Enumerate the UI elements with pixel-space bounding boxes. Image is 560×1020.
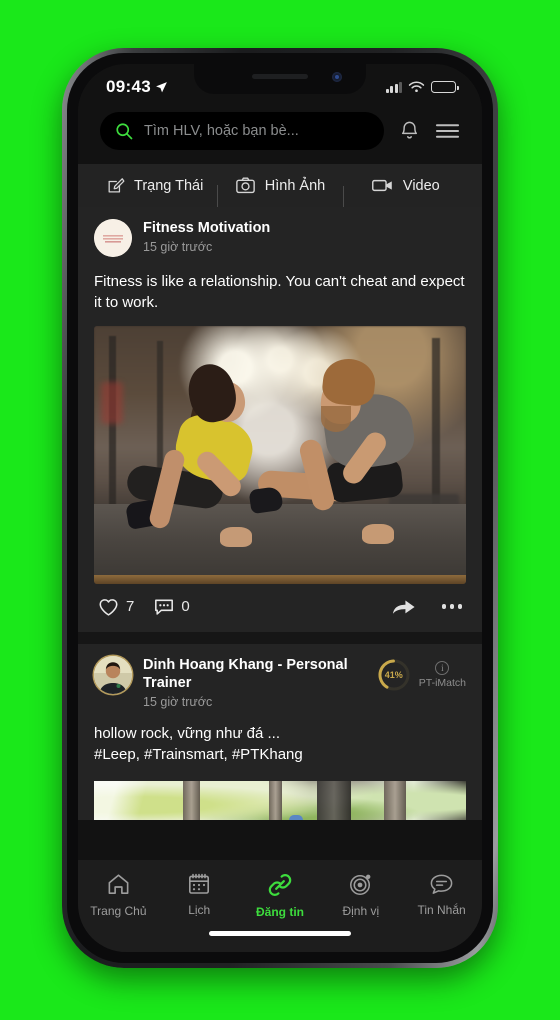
- phone-device-frame: 09:43 Tìm HLV, hoặc bạn bè... Trạng Thái…: [62, 48, 498, 968]
- hamburger-menu-icon: [435, 124, 460, 138]
- camera-icon: [235, 177, 255, 194]
- earpiece-speaker: [252, 74, 308, 79]
- info-icon[interactable]: i: [435, 660, 450, 675]
- pt-imatch-badge[interactable]: 41% i PT-iMatch: [377, 656, 466, 692]
- post-actions: 7 0: [78, 584, 482, 632]
- app-header: Tìm HLV, hoặc bạn bè...: [78, 104, 482, 164]
- post-card: Fitness Motivation 15 giờ trước Fitness …: [78, 207, 482, 632]
- notch: [194, 64, 366, 94]
- search-placeholder: Tìm HLV, hoặc bạn bè...: [144, 123, 299, 139]
- battery-icon: [431, 81, 459, 93]
- heart-icon: [99, 598, 118, 616]
- post-image[interactable]: [94, 781, 466, 820]
- more-options-button[interactable]: [441, 604, 462, 609]
- tab-hinh-anh[interactable]: Hình Ảnh: [217, 176, 342, 207]
- fitness-motivation-avatar: [94, 219, 132, 257]
- match-percent-value: 41%: [384, 669, 403, 680]
- avatar[interactable]: [94, 219, 132, 257]
- link-chain-icon: [268, 874, 292, 896]
- tab-trang-thai[interactable]: Trạng Thái: [92, 176, 217, 195]
- nav-item-dinh-vi[interactable]: Định vị: [320, 872, 401, 918]
- nav-item-trang-chu[interactable]: Trang Chủ: [78, 872, 159, 918]
- home-indicator[interactable]: [209, 931, 351, 936]
- post-image[interactable]: [94, 325, 466, 584]
- nav-item-dang-tin[interactable]: Đăng tin: [240, 872, 321, 919]
- compose-pencil-icon: [108, 178, 125, 193]
- bell-icon: [401, 121, 418, 139]
- phone-bezel: 09:43 Tìm HLV, hoặc bạn bè... Trạng Thái…: [67, 53, 493, 963]
- pt-imatch-label: PT-iMatch: [418, 676, 466, 689]
- home-icon: [108, 874, 129, 894]
- wifi-icon: [408, 81, 425, 92]
- chat-bubble-icon: [430, 874, 453, 894]
- nav-label: Lịch: [188, 903, 211, 917]
- menu-button[interactable]: [435, 121, 460, 141]
- post-card: Dinh Hoang Khang - Personal Trainer 15 g…: [78, 643, 482, 820]
- post-meta: Dinh Hoang Khang - Personal Trainer 15 g…: [143, 656, 366, 709]
- post-header: Fitness Motivation 15 giờ trước: [78, 207, 482, 265]
- nav-item-lich[interactable]: Lịch: [159, 872, 240, 917]
- radar-target-icon: [350, 874, 371, 895]
- location-arrow-icon: [156, 81, 167, 92]
- avatar[interactable]: [94, 655, 132, 694]
- tab-video[interactable]: Video: [342, 177, 468, 208]
- video-camera-icon: [371, 179, 392, 192]
- status-bar-time: 09:43: [106, 77, 151, 96]
- share-button[interactable]: [391, 597, 416, 617]
- post-author[interactable]: Fitness Motivation: [143, 219, 466, 237]
- phone-screen: 09:43 Tìm HLV, hoặc bạn bè... Trạng Thái…: [78, 64, 482, 952]
- pt-imatch-info[interactable]: i PT-iMatch: [418, 660, 466, 689]
- status-bar-right: [385, 81, 459, 94]
- match-percent-ring: 41%: [377, 658, 411, 692]
- notifications-button[interactable]: [398, 119, 421, 143]
- post-header: Dinh Hoang Khang - Personal Trainer 15 g…: [78, 644, 482, 717]
- search-input[interactable]: Tìm HLV, hoặc bạn bè...: [100, 112, 384, 150]
- tab-label: Video: [402, 177, 440, 194]
- nav-label: Trang Chủ: [90, 904, 147, 918]
- search-icon: [116, 123, 133, 140]
- comment-icon: [155, 599, 174, 615]
- nav-item-tin-nhan[interactable]: Tin Nhắn: [401, 872, 482, 917]
- cellular-signal-icon: [385, 81, 402, 93]
- bottom-navigation: Trang Chủ Lịch Đăng tin Định vị Tin Nhắn: [78, 860, 482, 952]
- feed-scroll-area[interactable]: Fitness Motivation 15 giờ trước Fitness …: [78, 207, 482, 820]
- share-arrow-icon: [392, 600, 415, 614]
- post-text: hollow rock, vững như đá ... #Leep, #Tra…: [78, 717, 482, 778]
- post-text: Fitness is like a relationship. You can'…: [94, 273, 465, 312]
- like-count: 7: [126, 598, 135, 616]
- tab-label: Hình Ảnh: [264, 177, 326, 194]
- compose-bar: Trạng Thái Hình Ảnh Video: [78, 164, 482, 208]
- post-meta: Fitness Motivation 15 giờ trước: [143, 219, 466, 254]
- comment-count: 0: [181, 598, 190, 616]
- nav-label: Đăng tin: [255, 905, 304, 919]
- status-bar-left: 09:43: [106, 77, 168, 97]
- post-divider: [78, 631, 482, 644]
- nav-label: Định vị: [342, 904, 380, 918]
- like-button[interactable]: 7: [98, 597, 134, 617]
- comment-button[interactable]: 0: [154, 597, 190, 616]
- front-camera: [332, 72, 342, 82]
- calendar-icon: [189, 873, 210, 894]
- post-text-line-1: hollow rock, vững như đá ...: [94, 724, 281, 742]
- personal-trainer-avatar: [94, 655, 132, 694]
- post-timestamp: 15 giờ trước: [143, 694, 213, 709]
- post-author[interactable]: Dinh Hoang Khang - Personal Trainer: [143, 656, 366, 692]
- post-timestamp: 15 giờ trước: [143, 240, 213, 255]
- tab-label: Trạng Thái: [134, 177, 204, 194]
- nav-label: Tin Nhắn: [417, 903, 466, 917]
- post-text-hashtags: #Leep, #Trainsmart, #PTKhang: [94, 746, 303, 764]
